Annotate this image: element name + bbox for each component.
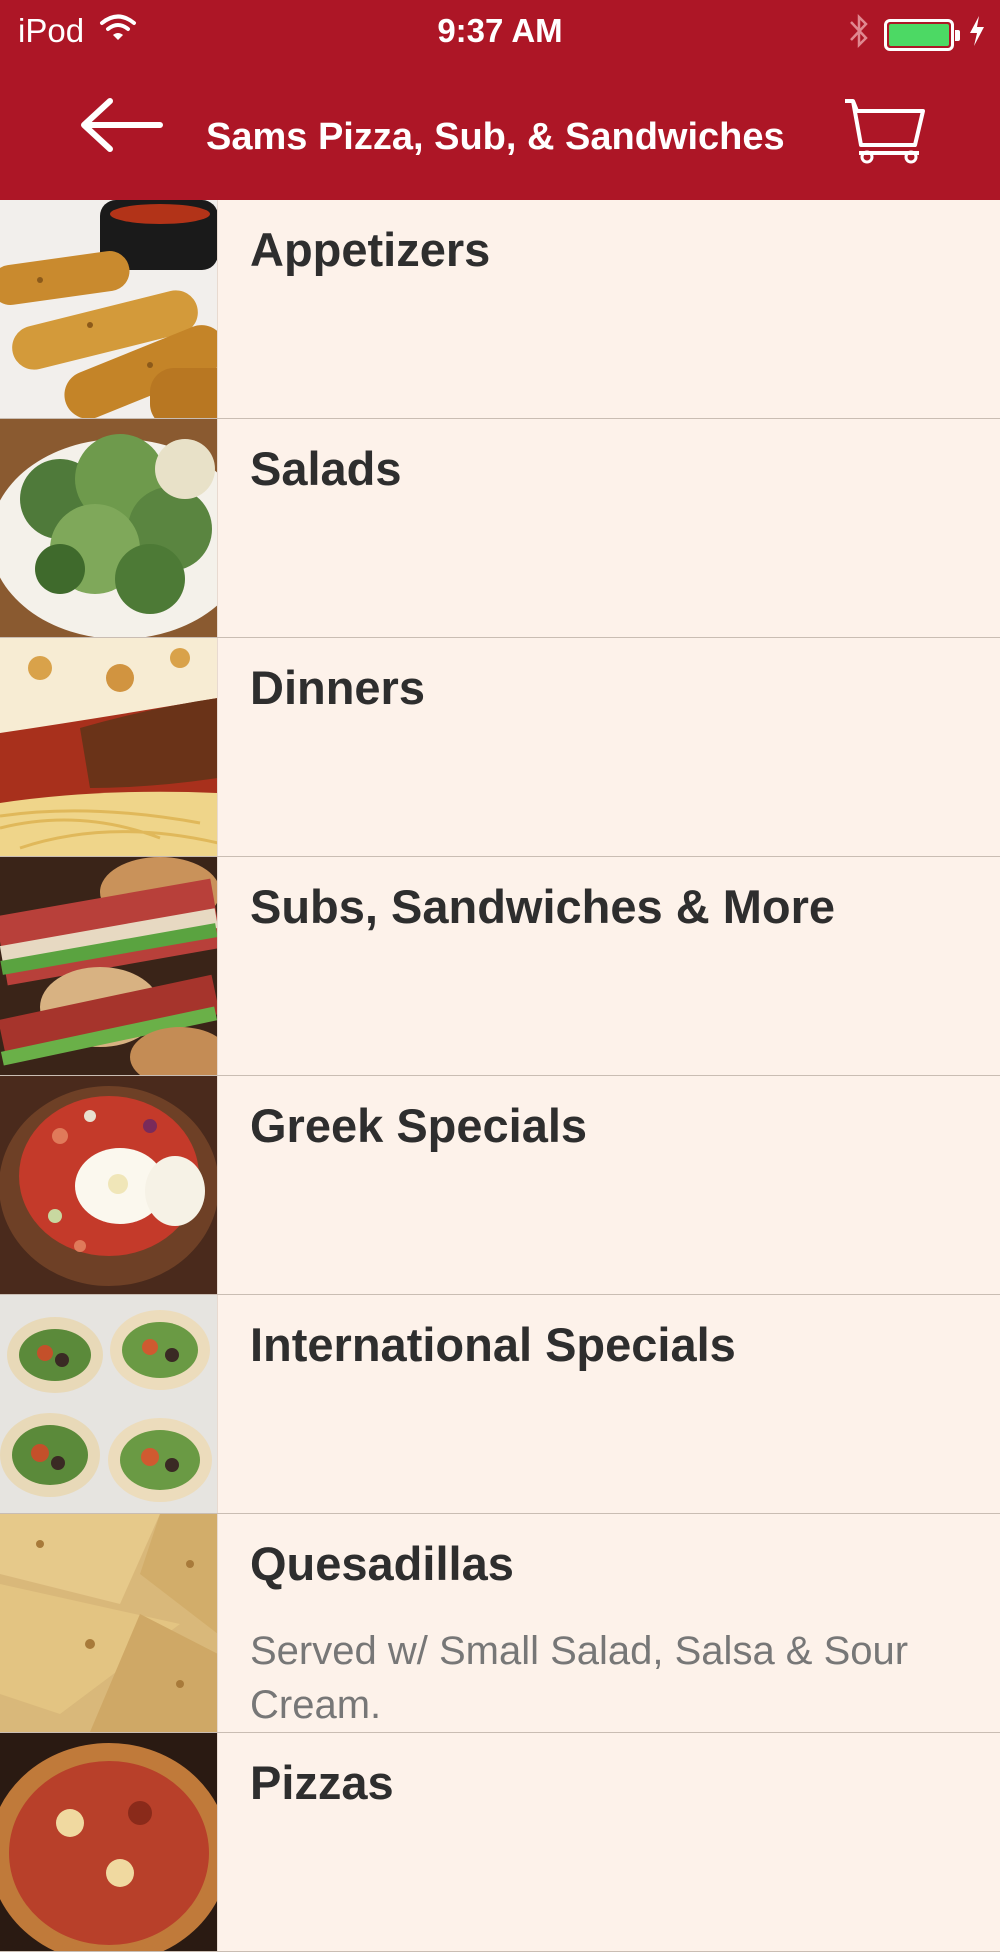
quesadillas-photo: [0, 1514, 218, 1732]
category-row-salads[interactable]: Salads: [0, 419, 1000, 638]
category-row-subs-sandwiches-more[interactable]: Subs, Sandwiches & More: [0, 857, 1000, 1076]
category-row-greek-specials[interactable]: Greek Specials: [0, 1076, 1000, 1295]
status-bar: iPod 9:37 AM: [0, 0, 1000, 62]
battery-icon: [884, 19, 960, 51]
category-row-quesadillas[interactable]: Quesadillas Served w/ Small Salad, Salsa…: [0, 1514, 1000, 1733]
nav-bar: Sams Pizza, Sub, & Sandwiches: [0, 62, 1000, 200]
category-title: Appetizers: [250, 223, 491, 276]
pizza-photo: [0, 1733, 218, 1951]
category-title: Dinners: [250, 661, 425, 714]
category-title: International Specials: [250, 1318, 736, 1371]
category-row-international-specials[interactable]: International Specials: [0, 1295, 1000, 1514]
back-button[interactable]: [72, 92, 168, 162]
greek-special-photo: [0, 1076, 218, 1294]
cart-button[interactable]: [838, 92, 934, 172]
status-right-group: [848, 12, 986, 58]
page-title: Sams Pizza, Sub, & Sandwiches: [206, 116, 785, 158]
category-row-pizzas[interactable]: Pizzas: [0, 1733, 1000, 1952]
subs-photo: [0, 857, 218, 1075]
category-title: Salads: [250, 442, 402, 495]
arrow-left-icon: [76, 95, 164, 160]
category-row-dinners[interactable]: Dinners: [0, 638, 1000, 857]
top-bar: iPod 9:37 AM Sams Pizza, Sub, & Sandwich…: [0, 0, 1000, 200]
category-title: Subs, Sandwiches & More: [250, 880, 836, 933]
bluetooth-icon: [848, 12, 870, 58]
category-row-appetizers[interactable]: Appetizers: [0, 200, 1000, 419]
mozzarella-sticks-photo: [0, 200, 218, 418]
category-list: Appetizers Salads Dinners Subs, Sandwich…: [0, 200, 1000, 1952]
category-description: Served w/ Small Salad, Salsa & Sour Crea…: [250, 1629, 909, 1727]
category-title: Greek Specials: [250, 1099, 588, 1152]
wraps-photo: [0, 1295, 218, 1513]
battery-fill: [889, 24, 949, 46]
cart-icon: [843, 95, 929, 170]
charging-icon: [968, 15, 986, 55]
category-title: Pizzas: [250, 1756, 394, 1809]
battery-nub: [955, 30, 960, 41]
caesar-salad-photo: [0, 419, 218, 637]
chicken-parmesan-photo: [0, 638, 218, 856]
category-title: Quesadillas: [250, 1537, 514, 1590]
